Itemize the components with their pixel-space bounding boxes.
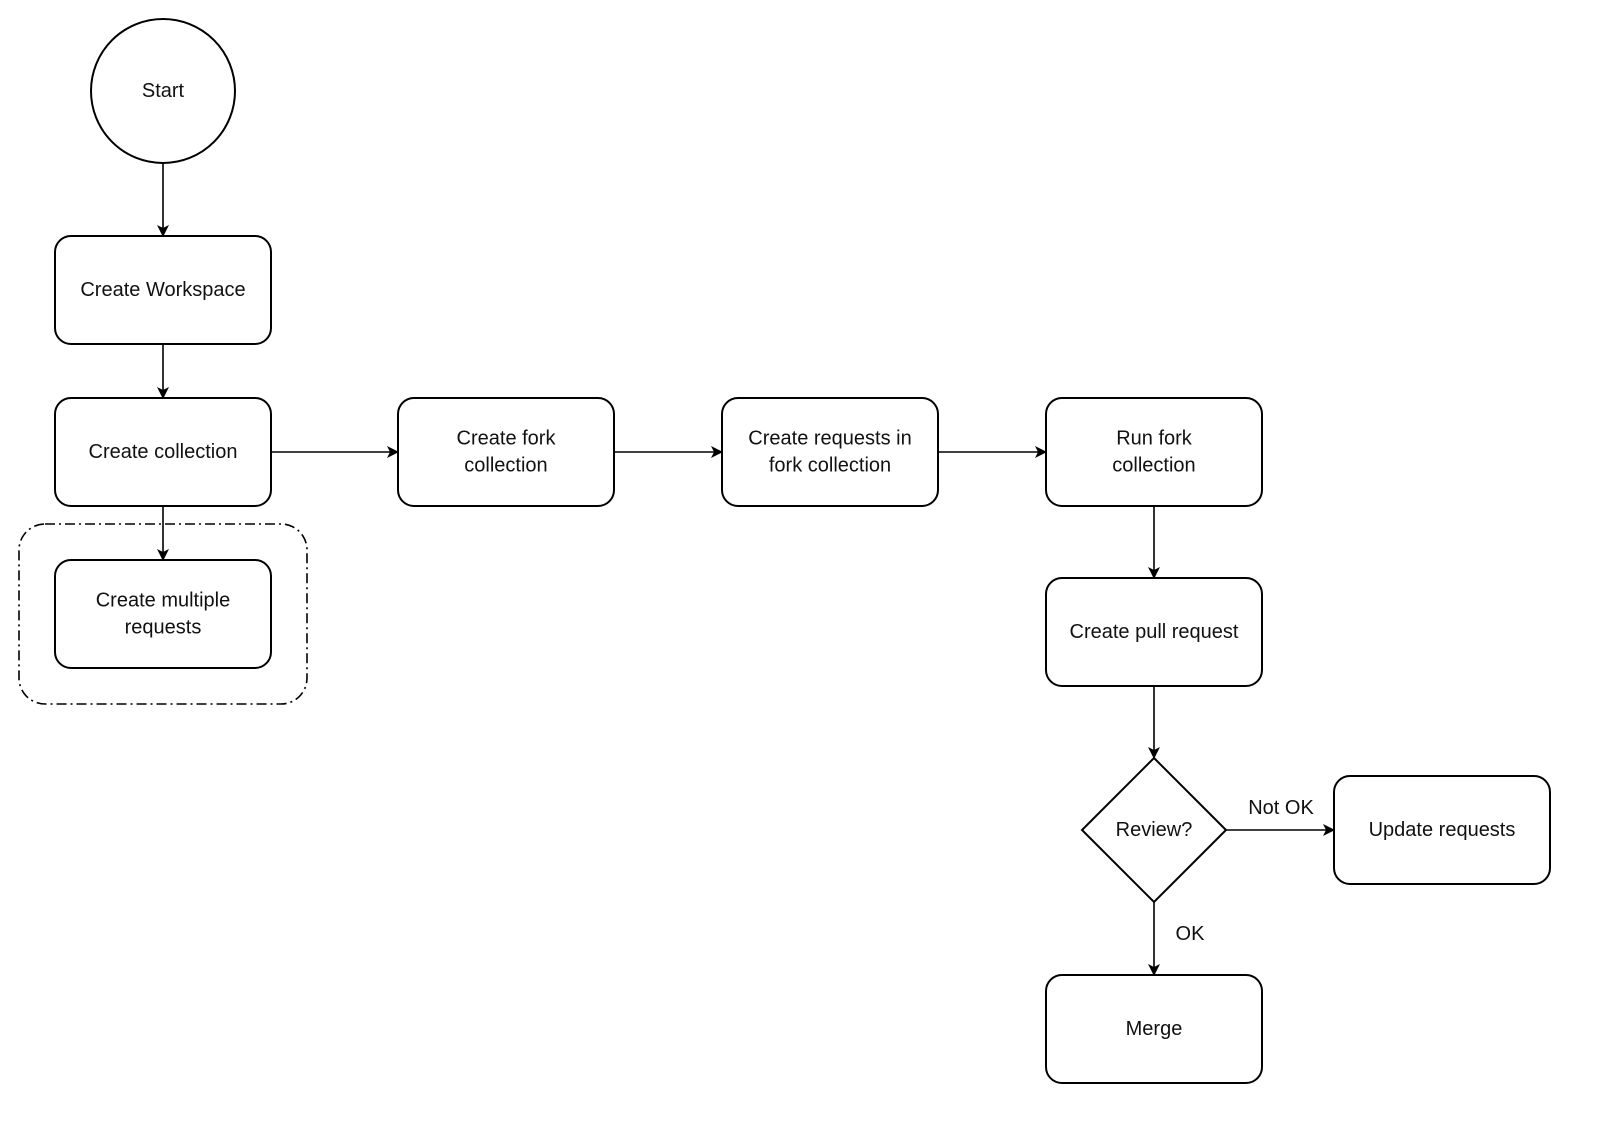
nodes-layer: Start Create Workspace Create collection Cr… — [54, 18, 1551, 1084]
start-label: Start — [142, 80, 185, 102]
create-collection-label: Create collection — [89, 441, 238, 463]
node-create-requests-in-fork[interactable]: Create requests in fork collection — [721, 397, 939, 507]
update-requests-label: Update requests — [1369, 819, 1516, 841]
create-multiple-requests-label: Create multiple — [96, 590, 231, 612]
create-requests-in-fork-label: fork collection — [769, 455, 891, 477]
create-fork-collection-label: Create fork — [457, 428, 557, 450]
node-merge[interactable]: Merge — [1045, 974, 1263, 1084]
node-create-fork-collection[interactable]: Create fork collection — [397, 397, 615, 507]
node-update-requests[interactable]: Update requests — [1333, 775, 1551, 885]
create-fork-collection-label: collection — [464, 455, 547, 477]
node-run-fork-collection[interactable]: Run fork collection — [1045, 397, 1263, 507]
run-fork-collection-label: Run fork — [1116, 428, 1193, 450]
node-create-workspace[interactable]: Create Workspace — [54, 235, 272, 345]
node-create-pull-request[interactable]: Create pull request — [1045, 577, 1263, 687]
edge-label-not-ok: Not OK — [1248, 797, 1314, 819]
create-multiple-requests-box — [54, 559, 272, 669]
create-fork-collection-box — [397, 397, 615, 507]
node-start[interactable]: Start — [90, 18, 236, 164]
run-fork-collection-box — [1045, 397, 1263, 507]
node-review[interactable]: Review? — [1080, 756, 1228, 904]
review-label: Review? — [1116, 819, 1193, 841]
create-requests-in-fork-box — [721, 397, 939, 507]
run-fork-collection-label: collection — [1112, 455, 1195, 477]
flowchart-canvas: Start Create Workspace Create collection Cr… — [18, 18, 1551, 1084]
create-pull-request-label: Create pull request — [1070, 621, 1239, 643]
node-create-collection[interactable]: Create collection — [54, 397, 272, 507]
create-multiple-requests-label: requests — [125, 617, 202, 639]
create-workspace-label: Create Workspace — [80, 279, 245, 301]
edge-label-ok: OK — [1176, 923, 1206, 945]
node-create-multiple-requests[interactable]: Create multiple requests — [54, 559, 272, 669]
merge-label: Merge — [1126, 1018, 1183, 1040]
create-requests-in-fork-label: Create requests in — [748, 428, 911, 450]
